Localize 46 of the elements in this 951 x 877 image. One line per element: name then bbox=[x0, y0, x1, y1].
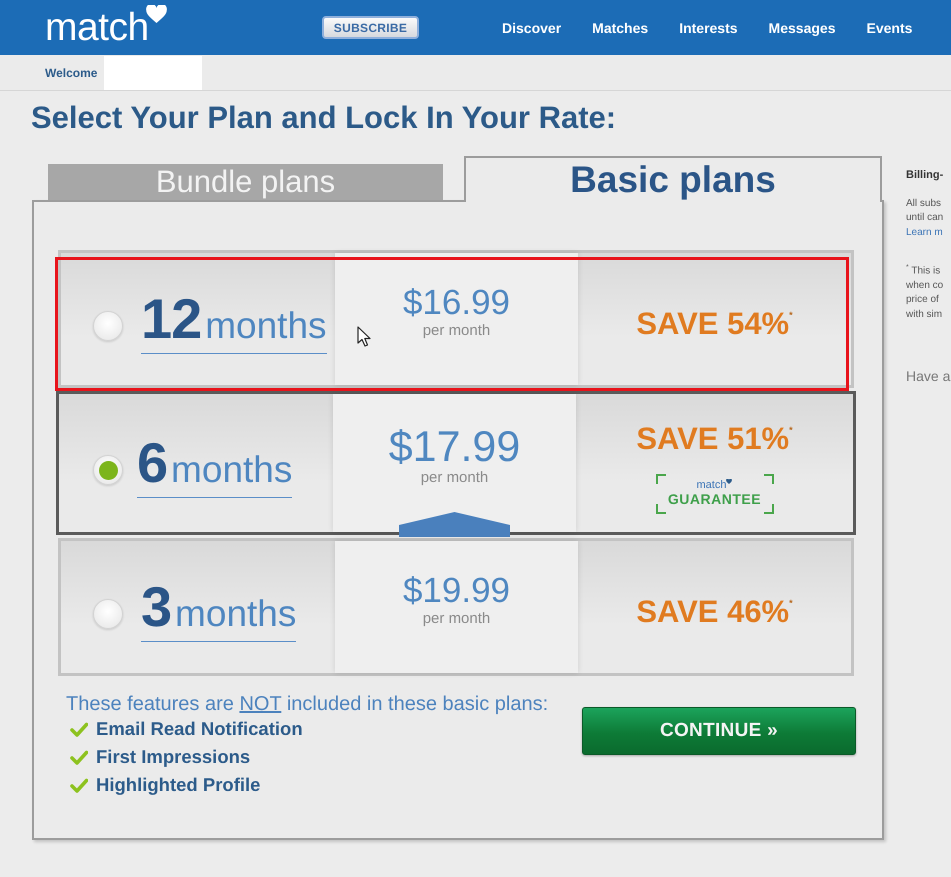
nav-link[interactable]: Messages bbox=[768, 20, 836, 36]
continue-button[interactable]: CONTINUE » bbox=[582, 707, 856, 755]
plan-duration: 3months bbox=[141, 580, 296, 642]
heart-icon bbox=[726, 479, 732, 484]
plan-duration: 12 months bbox=[141, 292, 327, 354]
page-title: Select Your Plan and Lock In Your Rate: bbox=[31, 101, 618, 135]
logo-text[interactable]: match bbox=[45, 8, 149, 48]
features-note: These features are NOT included in these basic plans: bbox=[66, 693, 548, 715]
check-icon bbox=[70, 722, 88, 736]
check-icon bbox=[70, 778, 88, 792]
nav-link[interactable]: Events bbox=[866, 20, 912, 36]
billing-heading: Billing- bbox=[906, 168, 944, 182]
question-text: Have a bbox=[906, 367, 950, 386]
nav-link[interactable]: Matches bbox=[592, 20, 648, 36]
radio-button[interactable] bbox=[93, 311, 123, 341]
nav-link[interactable]: Discover bbox=[502, 20, 562, 36]
price-note: per month bbox=[422, 610, 490, 626]
price-note: per month bbox=[422, 322, 490, 338]
footnote-text: $^{*}$ This is when co price of with sim bbox=[906, 263, 944, 322]
learn-more-link[interactable]: Learn m bbox=[906, 225, 944, 241]
welcome-text: Welcome bbox=[45, 66, 98, 80]
mouse-pointer-icon bbox=[357, 326, 371, 347]
check-icon bbox=[70, 750, 88, 764]
plan-price: $19.99 bbox=[402, 572, 510, 610]
heart-icon bbox=[146, 4, 167, 22]
savings-text: SAVE 51%$^{*}$ bbox=[636, 420, 793, 456]
plan-price: $17.99 bbox=[388, 424, 520, 468]
feature-text: Highlighted Profile bbox=[96, 774, 260, 796]
radio-button[interactable] bbox=[93, 455, 123, 485]
savings-text: SAVE 54%$^{*}$ bbox=[636, 304, 793, 340]
plan-option[interactable]: 3months $19.99 per month SAVE 46%$^{*}$ bbox=[58, 538, 854, 676]
savings-text: SAVE 46%$^{*}$ bbox=[636, 592, 793, 628]
price-note: per month bbox=[420, 468, 488, 486]
plan-price: $16.99 bbox=[402, 284, 510, 322]
billing-note: All subs until can Learn m bbox=[906, 197, 944, 241]
badge-logo-text: match bbox=[696, 479, 726, 491]
subscribe-button[interactable]: SUBSCRIBE bbox=[322, 16, 419, 39]
plan-option[interactable]: 6months $17.99 per month SAVE 51%$^{*}$ match GUARANTEE bbox=[56, 391, 856, 535]
radio-button[interactable] bbox=[93, 599, 123, 629]
plan-duration: 6months bbox=[137, 436, 292, 498]
nav-link[interactable]: Interests bbox=[679, 20, 738, 36]
feature-text: Email Read Notification bbox=[96, 718, 303, 740]
feature-text: First Impressions bbox=[96, 746, 250, 768]
plan-option[interactable]: 12 months $16.99 per month SAVE 54%$^{*}$ bbox=[58, 250, 854, 388]
plan-tab[interactable]: Basic plans bbox=[464, 156, 882, 202]
badge-label: GUARANTEE bbox=[668, 491, 762, 508]
